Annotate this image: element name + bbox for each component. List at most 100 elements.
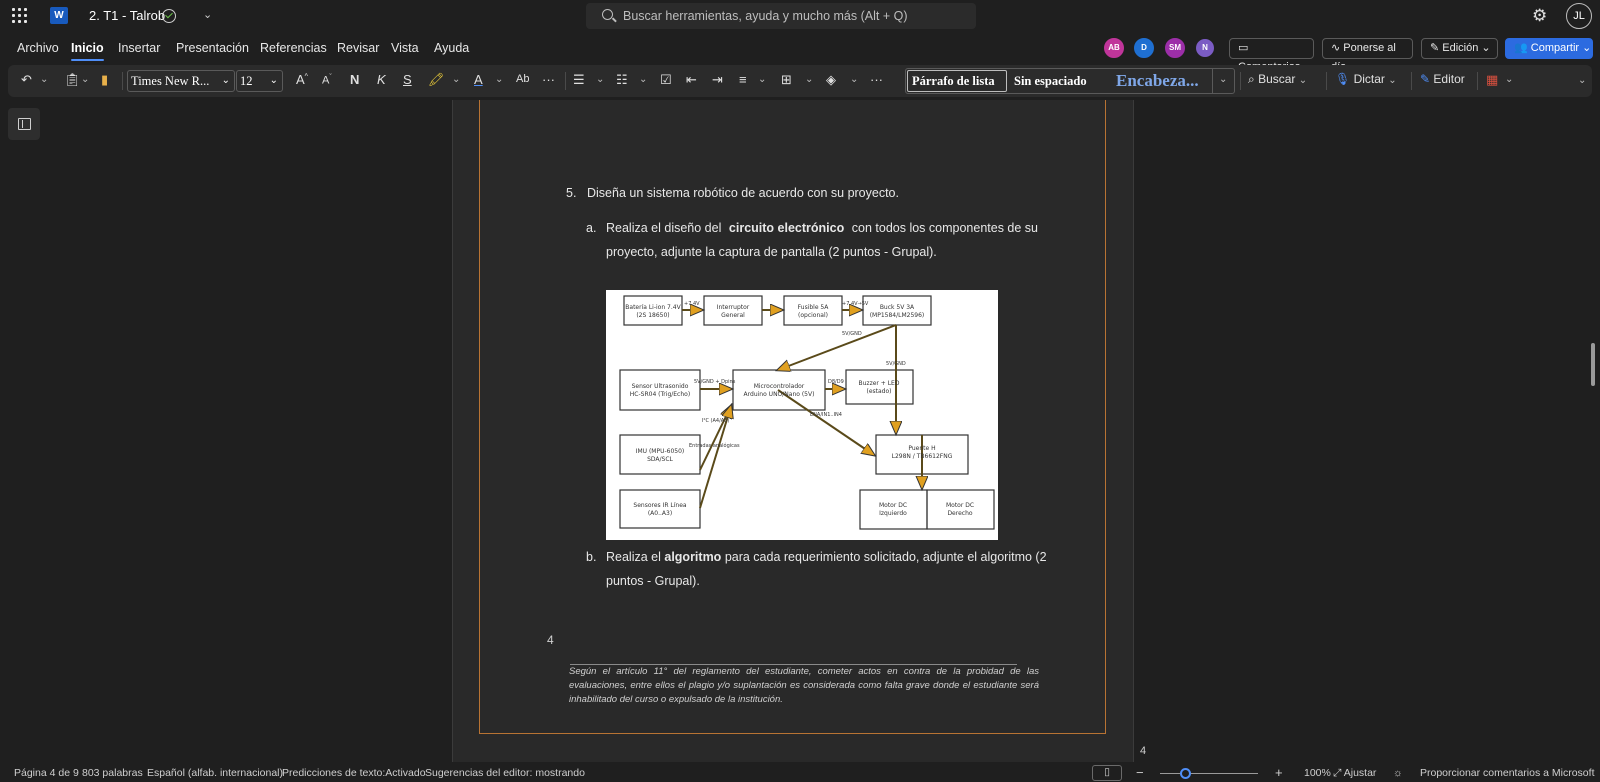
user-avatar[interactable]: JL — [1566, 3, 1592, 29]
zoom-slider[interactable] — [1160, 773, 1258, 774]
bullets-icon[interactable]: ☰ — [573, 72, 585, 88]
text-predictions-status[interactable]: Predicciones de texto:Activado — [282, 767, 426, 779]
undo-icon[interactable]: ↶ — [21, 72, 32, 88]
chevron-down-icon[interactable]: ⌄ — [203, 8, 212, 21]
vertical-scrollbar[interactable] — [1591, 343, 1595, 386]
diagram-edge-label: +7.4V — [684, 301, 700, 307]
tab-insertar[interactable]: Insertar — [118, 41, 160, 55]
style-list-paragraph[interactable]: Párrafo de lista — [907, 70, 1007, 92]
fit-button[interactable]: ⤢ Ajustar — [1333, 767, 1376, 780]
align-icon[interactable]: ≡ — [739, 72, 747, 87]
tab-inicio[interactable]: Inicio — [71, 41, 104, 61]
gear-icon[interactable]: ⚙ — [1532, 6, 1547, 26]
chevron-down-icon[interactable]: ⌄ — [81, 74, 89, 85]
zoom-slider-thumb[interactable] — [1180, 768, 1191, 779]
search-input[interactable]: Buscar herramientas, ayuda y mucho más (… — [586, 3, 976, 29]
shading-icon[interactable]: ◈ — [826, 72, 836, 88]
borders-icon[interactable]: ⊞ — [781, 72, 792, 88]
chevron-down-icon[interactable]: ⌄ — [1219, 74, 1227, 85]
diagram-text: (estado) — [866, 388, 891, 395]
chevron-down-icon[interactable]: ⌄ — [850, 74, 858, 85]
catch-up-button[interactable]: ∿ Ponerse al día — [1322, 38, 1413, 73]
diagram-text: HC-SR04 (Trig/Echo) — [630, 391, 690, 398]
zoom-out-icon[interactable]: − — [1136, 765, 1144, 780]
editor-suggestions-status[interactable]: Sugerencias del editor: mostrando — [425, 767, 585, 779]
diagram-edge-label: 5V/GND — [886, 361, 906, 367]
more-icon[interactable]: ··· — [542, 72, 555, 87]
chevron-down-icon[interactable]: ⌄ — [758, 74, 766, 85]
chevron-down-icon[interactable]: ⌄ — [596, 74, 604, 85]
diagram-block-buzzer — [845, 369, 914, 405]
tab-referencias[interactable]: Referencias — [260, 41, 327, 55]
presence-avatar[interactable]: SM — [1165, 38, 1185, 58]
chevron-down-icon[interactable]: ⌄ — [1505, 74, 1513, 85]
style-no-spacing[interactable]: Sin espaciado — [1010, 70, 1110, 92]
text-effects-icon[interactable]: Ab — [516, 73, 529, 85]
question-b-pre: Realiza el — [606, 550, 661, 564]
question-b-line1: Realiza el algoritmo para cada requerimi… — [606, 545, 1047, 569]
chevron-down-icon[interactable]: ⌄ — [805, 74, 813, 85]
format-painter-icon[interactable]: ▮ — [101, 72, 108, 88]
style-heading[interactable]: Encabeza... — [1112, 70, 1212, 92]
chevron-down-icon[interactable]: ⌄ — [40, 74, 48, 85]
page-view-icon[interactable]: ▯ — [1092, 765, 1122, 781]
brightness-icon[interactable]: ☼ — [1393, 767, 1403, 779]
underline-button[interactable]: S — [403, 72, 412, 87]
page-count[interactable]: Página 4 de 9 — [14, 767, 79, 779]
bold-button[interactable]: N — [350, 72, 359, 87]
addin-icon[interactable]: ▦ — [1486, 72, 1498, 88]
word-count[interactable]: 803 palabras — [82, 767, 143, 779]
editor-button[interactable]: ✎ Editor — [1420, 72, 1465, 86]
dictate-button[interactable]: 🎙︎ Dictar ⌄ — [1335, 72, 1397, 86]
font-name-select[interactable]: Times New R... ⌄ — [127, 70, 235, 92]
share-button[interactable]: 👥 Compartir ⌄ — [1505, 38, 1593, 59]
more-icon[interactable]: ··· — [870, 72, 883, 87]
diagram-block-ultrasonic — [619, 369, 701, 411]
fit-label: Ajustar — [1343, 767, 1377, 779]
comments-button[interactable]: ▭ Comentarios — [1229, 38, 1314, 73]
circuit-block-diagram[interactable]: Batería Li-ion 7.4V (2S 18650) Interrupt… — [606, 290, 998, 540]
editing-mode-button[interactable]: ✎ Edición ⌄ — [1421, 38, 1498, 59]
highlight-icon[interactable]: 🖍︎ — [428, 72, 445, 88]
paste-icon[interactable]: 📋︎ — [64, 72, 81, 88]
font-size-select[interactable]: 12 ⌄ — [236, 70, 283, 92]
tab-ayuda[interactable]: Ayuda — [434, 41, 469, 55]
find-button[interactable]: ⌕ Buscar ⌄ — [1248, 72, 1307, 87]
presence-avatar[interactable]: D — [1134, 38, 1154, 58]
navigation-pane-icon[interactable] — [8, 108, 40, 140]
diagram-edge-label: D8/D9 — [828, 379, 844, 385]
presence-avatar[interactable]: AB — [1104, 38, 1124, 58]
question-b-label: b. — [586, 550, 597, 564]
font-color-icon[interactable]: A — [474, 72, 483, 87]
language-status[interactable]: Español (alfab. internacional) — [147, 767, 283, 779]
diagram-text: Fusible 5A — [798, 304, 830, 311]
tab-archivo[interactable]: Archivo — [17, 41, 59, 55]
chevron-down-icon[interactable]: ⌄ — [639, 74, 647, 85]
decrease-indent-icon[interactable]: ⇤ — [686, 72, 697, 88]
chevron-down-icon: ⌄ — [1298, 75, 1308, 86]
editing-label: Edición — [1442, 42, 1479, 54]
expand-ribbon-icon[interactable]: ⌄ — [1578, 75, 1586, 86]
tab-presentacion[interactable]: Presentación — [176, 41, 249, 55]
presence-avatar[interactable]: N — [1196, 39, 1214, 57]
grow-font-icon[interactable]: A^ — [296, 72, 308, 87]
saved-status-icon — [162, 9, 176, 23]
app-launcher-icon[interactable] — [12, 8, 27, 23]
feedback-link[interactable]: Proporcionar comentarios a Microsoft — [1420, 767, 1595, 779]
word-logo-icon: W — [50, 7, 68, 24]
zoom-in-icon[interactable]: + — [1275, 765, 1283, 780]
chevron-down-icon[interactable]: ⌄ — [495, 74, 503, 85]
tab-vista[interactable]: Vista — [391, 41, 419, 55]
checklist-icon[interactable]: ☑ — [660, 72, 672, 88]
numbering-icon[interactable]: ☷ — [616, 72, 628, 88]
question-5-text: Diseña un sistema robótico de acuerdo co… — [587, 186, 899, 200]
shrink-font-icon[interactable]: Aˇ — [322, 74, 332, 87]
zoom-level[interactable]: 100% — [1304, 767, 1331, 779]
tab-revisar[interactable]: Revisar — [337, 41, 379, 55]
diagram-edge-label: Entradas analógicas — [689, 442, 740, 449]
document-title[interactable]: 2. T1 - Talrob — [89, 8, 165, 23]
increase-indent-icon[interactable]: ⇥ — [712, 72, 723, 88]
ribbon-toolbar: ↶ ⌄ 📋︎ ⌄ ▮ Times New R... ⌄ 12 ⌄ A^ Aˇ N K… — [8, 65, 1592, 97]
italic-button[interactable]: K — [377, 72, 386, 87]
chevron-down-icon[interactable]: ⌄ — [452, 74, 460, 85]
